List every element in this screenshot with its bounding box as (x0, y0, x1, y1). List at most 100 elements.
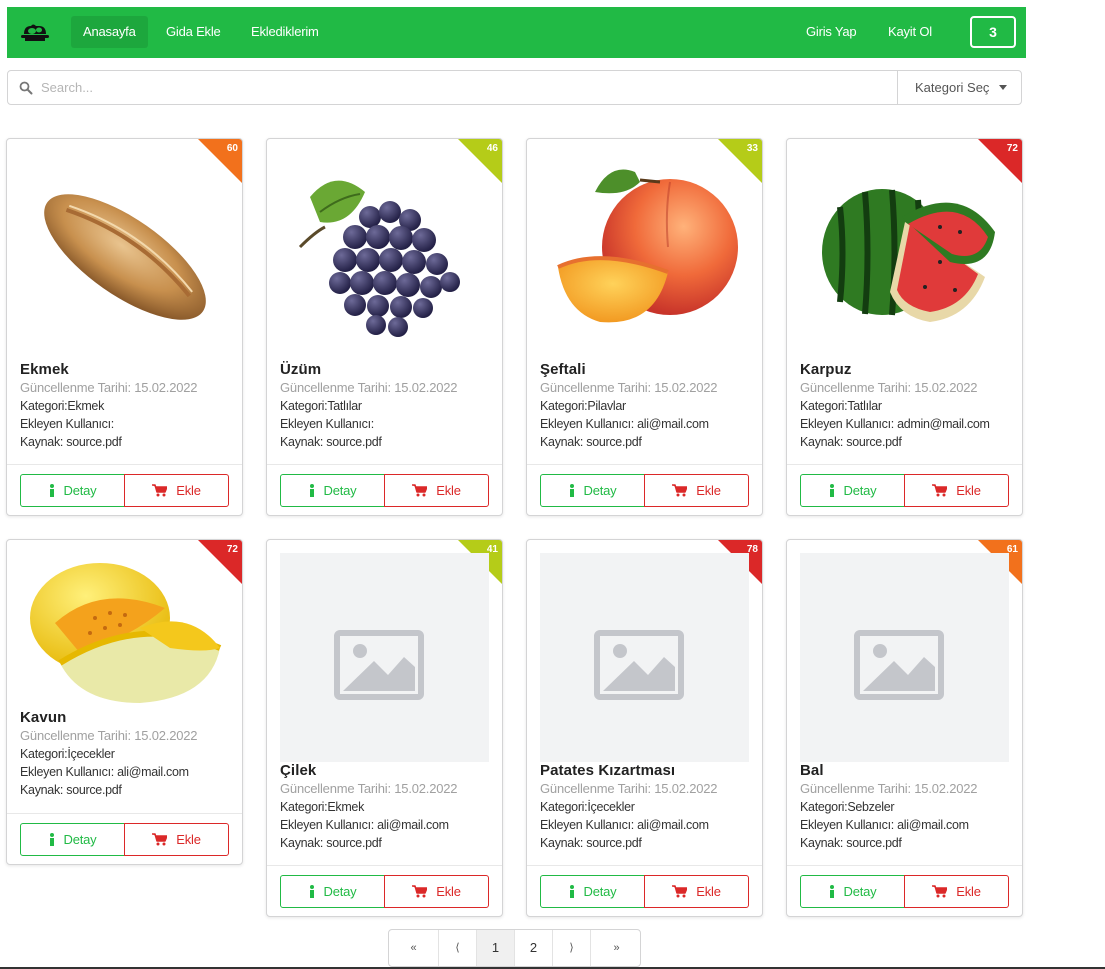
source: Kaynak: source.pdf (800, 836, 902, 850)
page-2-button[interactable]: 2 (515, 930, 553, 966)
info-icon (309, 885, 314, 898)
watermelon-image (822, 189, 995, 322)
detail-button[interactable]: Detay (800, 474, 905, 507)
add-to-cart-button[interactable]: Ekle (644, 875, 749, 908)
card-body: Çilek Güncellenme Tarihi: 15.02.2022 Kat… (280, 762, 492, 852)
card-footer: Detay Ekle (7, 813, 242, 864)
peach-image (557, 169, 738, 323)
card-footer: Detay Ekle (7, 464, 242, 515)
added-by: Ekleyen Kullanıcı: ali@mail.com (20, 765, 189, 779)
detail-button[interactable]: Detay (540, 875, 645, 908)
food-card: 72 Kavun Güncellenme Tarihi: 15.02.2022 … (6, 539, 243, 865)
update-date: Güncellenme Tarihi: 15.02.2022 (800, 781, 978, 796)
source: Kaynak: source.pdf (800, 435, 902, 449)
detail-button[interactable]: Detay (540, 474, 645, 507)
card-footer: Detay Ekle (267, 464, 502, 515)
added-by: Ekleyen Kullanıcı: (20, 417, 114, 431)
add-to-cart-button[interactable]: Ekle (644, 474, 749, 507)
source: Kaynak: source.pdf (20, 783, 122, 797)
last-page-button[interactable]: » (591, 930, 640, 966)
login-link[interactable]: Giris Yap (794, 16, 868, 48)
cart-icon (672, 885, 688, 898)
card-actions: Detay Ekle (20, 823, 229, 856)
card-footer: Detay Ekle (267, 865, 502, 916)
source: Kaynak: source.pdf (540, 836, 642, 850)
melon-image (30, 563, 222, 703)
detail-label: Detay (323, 483, 357, 498)
page-1-button[interactable]: 1 (477, 930, 515, 966)
source: Kaynak: source.pdf (20, 435, 122, 449)
detail-label: Detay (843, 483, 877, 498)
cart-icon (932, 484, 948, 497)
detail-label: Detay (323, 884, 357, 899)
food-card: 78 Patates Kızartması Güncellenme Tarihi… (526, 539, 763, 917)
info-icon (829, 885, 834, 898)
food-card: 41 Çilek Güncellenme Tarihi: 15.02.2022 … (266, 539, 503, 917)
detail-button[interactable]: Detay (20, 823, 125, 856)
card-body: Kavun Güncellenme Tarihi: 15.02.2022 Kat… (20, 709, 232, 799)
logo-icon[interactable] (20, 20, 50, 44)
cart-count-button[interactable]: 3 (970, 16, 1016, 48)
food-name: Kavun (20, 709, 67, 726)
top-navbar: Anasayfa Gida Ekle Eklediklerim Giris Ya… (7, 7, 1026, 58)
grapes-image (298, 180, 460, 337)
card-actions: Detay Ekle (20, 474, 229, 507)
food-name: Şeftali (540, 361, 586, 378)
detail-button[interactable]: Detay (800, 875, 905, 908)
first-page-button[interactable]: « (389, 930, 439, 966)
nav-item-eklediklerim[interactable]: Eklediklerim (239, 16, 331, 48)
prev-page-button[interactable]: ⟨ (439, 930, 477, 966)
nav-item-gida-ekle[interactable]: Gida Ekle (154, 16, 233, 48)
update-date: Güncellenme Tarihi: 15.02.2022 (540, 781, 718, 796)
detail-button[interactable]: Detay (20, 474, 125, 507)
card-actions: Detay Ekle (280, 875, 489, 908)
update-date: Güncellenme Tarihi: 15.02.2022 (540, 380, 718, 395)
add-label: Ekle (696, 483, 721, 498)
food-category: Kategori:Tatlılar (280, 399, 362, 413)
add-to-cart-button[interactable]: Ekle (384, 875, 489, 908)
card-actions: Detay Ekle (540, 474, 749, 507)
cart-icon (672, 484, 688, 497)
card-footer: Detay Ekle (787, 464, 1022, 515)
add-to-cart-button[interactable]: Ekle (124, 823, 229, 856)
card-footer: Detay Ekle (527, 865, 762, 916)
food-category: Kategori:Pilavlar (540, 399, 626, 413)
bread-image (44, 194, 206, 320)
search-input[interactable] (41, 72, 891, 103)
detail-button[interactable]: Detay (280, 474, 385, 507)
caret-down-icon (999, 85, 1007, 90)
update-date: Güncellenme Tarihi: 15.02.2022 (20, 728, 198, 743)
card-actions: Detay Ekle (800, 875, 1009, 908)
info-icon (569, 484, 574, 497)
card-actions: Detay Ekle (800, 474, 1009, 507)
add-to-cart-button[interactable]: Ekle (904, 474, 1009, 507)
search-bar: Kategori Seç (7, 70, 1022, 105)
food-category: Kategori:Ekmek (280, 800, 365, 814)
add-to-cart-button[interactable]: Ekle (384, 474, 489, 507)
detail-button[interactable]: Detay (280, 875, 385, 908)
food-category: Kategori:Tatlılar (800, 399, 882, 413)
update-date: Güncellenme Tarihi: 15.02.2022 (20, 380, 198, 395)
card-body: Patates Kızartması Güncellenme Tarihi: 1… (540, 762, 752, 852)
add-to-cart-button[interactable]: Ekle (124, 474, 229, 507)
category-dropdown[interactable]: Kategori Seç (897, 71, 1021, 104)
food-card: 46 Üzüm Güncellenme Tarihi: 15.02.2022 K… (266, 138, 503, 516)
food-name: Üzüm (280, 361, 322, 378)
nav-item-anasayfa[interactable]: Anasayfa (71, 16, 148, 48)
food-card: 61 Bal Güncellenme Tarihi: 15.02.2022 Ka… (786, 539, 1023, 917)
update-date: Güncellenme Tarihi: 15.02.2022 (280, 781, 458, 796)
update-date: Güncellenme Tarihi: 15.02.2022 (280, 380, 458, 395)
next-page-button[interactable]: ⟩ (553, 930, 591, 966)
add-to-cart-button[interactable]: Ekle (904, 875, 1009, 908)
pagination: « ⟨ 1 2 ⟩ » (388, 929, 641, 967)
cart-icon (932, 885, 948, 898)
food-name: Ekmek (20, 361, 69, 378)
source: Kaynak: source.pdf (280, 836, 382, 850)
update-date: Güncellenme Tarihi: 15.02.2022 (800, 380, 978, 395)
detail-label: Detay (583, 483, 617, 498)
food-category: Kategori:İçecekler (20, 747, 115, 761)
source: Kaynak: source.pdf (540, 435, 642, 449)
detail-label: Detay (63, 483, 97, 498)
food-card: 72 Karpuz Güncellenme Tarihi: 15.02.2022… (786, 138, 1023, 516)
register-link[interactable]: Kayit Ol (876, 16, 944, 48)
